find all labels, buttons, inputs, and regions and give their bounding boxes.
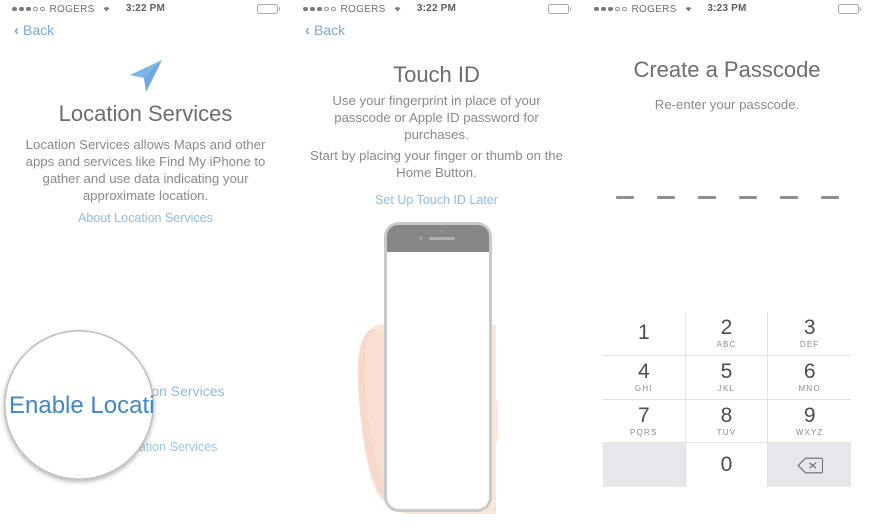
earpiece-speaker-icon [429,237,455,240]
back-button[interactable]: ‹ Back [14,22,54,38]
key-number-label: 9 [803,403,816,427]
key-6[interactable]: 6 MNO [768,355,851,400]
key-0[interactable]: 0 [685,443,769,487]
status-bar: ROGERS 3:23 PM [582,0,872,20]
about-location-services-link[interactable]: About Location Services [0,211,291,225]
touch-id-description-2: Start by placing your finger or thumb on… [310,148,563,180]
touch-id-description-1: Use your fingerprint in place of your pa… [332,93,541,142]
screenshot-stage: ROGERS 3:22 PM ‹ Back Location Services … [0,0,872,530]
phone-screen [390,252,486,506]
page-title: Location Services [58,101,233,126]
key-letters-label: GHI [634,384,653,394]
key-number-label: 8 [720,403,733,427]
panel-location-services: ROGERS 3:22 PM ‹ Back Location Services … [0,0,291,530]
key-letters-label: WXYZ [795,427,824,437]
passcode-dash [779,196,798,199]
key-1[interactable]: 1 [603,312,686,356]
magnifier-enable-location: Enable Location Services [4,330,154,480]
proximity-sensor-icon [440,230,443,233]
phone-top-bezel [387,225,489,252]
key-7[interactable]: 7 PQRS [603,399,686,444]
battery-icon [547,4,571,14]
iphone-illustration [384,222,492,512]
passcode-dash [615,196,634,199]
key-3[interactable]: 3 DEF [768,312,851,356]
passcode-dash [738,196,757,199]
key-number-label: 7 [637,403,650,427]
passcode-instruction: Re-enter your passcode. [654,97,800,112]
clock-label: 3:23 PM [707,3,747,14]
key-number-label: 2 [720,316,733,340]
nav-bar: ‹ Back [0,22,291,46]
status-bar: ROGERS 3:22 PM [291,0,582,20]
key-number-label: 4 [637,360,650,384]
key-letters-label: TUV [716,427,737,437]
panel-create-passcode: ROGERS 3:23 PM Create a Passcode Re-ente… [582,0,872,530]
key-number-label: 1 [637,321,650,345]
key-letters-label: DEF [799,340,820,350]
page-description: Location Services allows Maps and other … [25,137,266,203]
location-arrow-icon [0,57,291,97]
passcode-dash [820,196,839,199]
key-letters-label: PQRS [630,427,658,437]
key-2[interactable]: 2 ABC [685,312,769,356]
panel-touch-id: ROGERS 3:22 PM ‹ Back Touch ID Use your … [291,0,582,530]
battery-icon [837,4,861,14]
passcode-field[interactable] [582,196,872,199]
magnified-enable-location-label: Enable Location Services [9,392,154,419]
chevron-left-icon: ‹ [14,21,19,39]
clock-label: 3:22 PM [125,3,166,14]
magnifier-content: Enable Location Services [4,330,154,480]
key-letters-label: JKL [717,384,736,394]
front-camera-icon [419,236,423,240]
back-button[interactable]: ‹ Back [305,22,345,38]
key-number-label: 0 [720,453,733,477]
delete-icon [797,457,823,474]
key-5[interactable]: 5 JKL [685,355,769,400]
battery-icon [256,4,280,14]
key-number-label: 3 [803,316,816,340]
numeric-keypad[interactable]: 1 2 ABC 3 DEF 4 GHI 5 JKL 6 MNO 7 PQRS 8 TUV 9 WXYZ 0 [603,312,851,487]
nav-bar: ‹ Back [291,22,582,46]
key-delete[interactable] [768,443,851,487]
key-blank [603,443,686,487]
key-4[interactable]: 4 GHI [603,355,686,400]
key-number-label: 6 [803,360,816,384]
passcode-dash [697,196,716,199]
key-number-label: 5 [720,360,733,384]
set-up-touch-id-later-link[interactable]: Set Up Touch ID Later [291,193,582,207]
key-letters-label: ABC [716,340,737,350]
key-9[interactable]: 9 WXYZ [768,399,851,444]
back-button-label: Back [23,22,55,38]
key-letters-label: MNO [798,384,821,394]
passcode-dash [656,196,675,199]
page-title: Touch ID [393,62,480,87]
key-8[interactable]: 8 TUV [685,399,769,444]
page-title: Create a Passcode [633,57,821,82]
status-bar: ROGERS 3:22 PM [0,0,291,20]
clock-label: 3:22 PM [416,3,457,14]
back-button-label: Back [314,22,346,38]
chevron-left-icon: ‹ [305,21,310,39]
